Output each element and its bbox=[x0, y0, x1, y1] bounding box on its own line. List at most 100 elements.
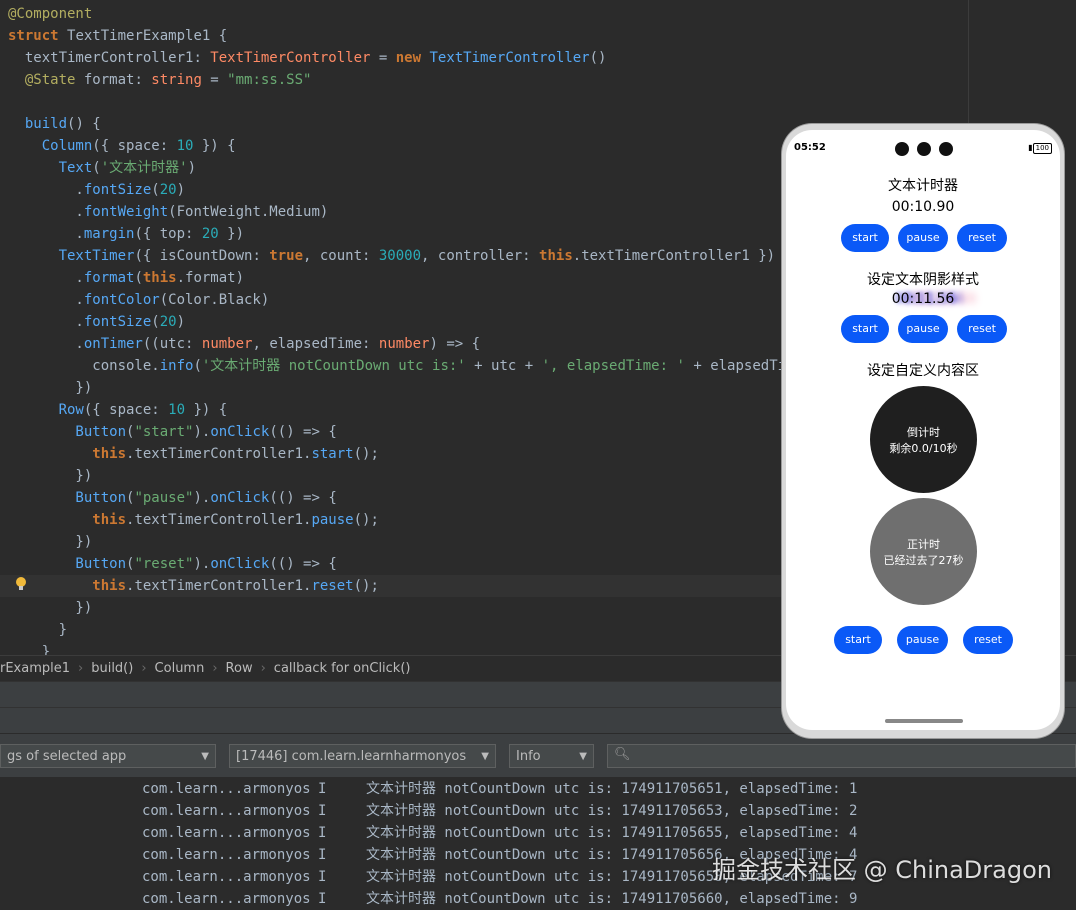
battery-icon: ▮ 100 bbox=[1028, 143, 1052, 154]
code-token: (() => { bbox=[269, 556, 337, 572]
code-line[interactable]: @State format: string = "mm:ss.SS" bbox=[8, 69, 312, 91]
home-indicator[interactable] bbox=[885, 719, 963, 723]
code-line[interactable]: console.info('文本计时器 notCountDown utc is:… bbox=[8, 355, 819, 377]
reset-button[interactable]: reset bbox=[963, 626, 1013, 654]
watermark: 掘金技术社区 @ ChinaDragon bbox=[712, 856, 1052, 884]
code-line[interactable]: .fontColor(Color.Black) bbox=[8, 289, 269, 311]
code-token: (); bbox=[353, 578, 379, 594]
code-token: ({ space: bbox=[83, 402, 169, 418]
code-line[interactable]: Row({ space: 10 }) { bbox=[8, 399, 228, 421]
code-line[interactable]: this.textTimerController1.pause(); bbox=[8, 509, 379, 531]
reset-button[interactable]: reset bbox=[957, 315, 1007, 343]
code-line[interactable]: .format(this.format) bbox=[8, 267, 244, 289]
breadcrumb-separator: › bbox=[212, 661, 218, 676]
code-token: . bbox=[8, 314, 84, 330]
code-token: pause bbox=[311, 512, 354, 528]
start-button[interactable]: start bbox=[841, 315, 889, 343]
code-line[interactable]: Text('文本计时器') bbox=[8, 157, 196, 179]
code-token: this bbox=[8, 512, 127, 528]
code-line[interactable]: TextTimer({ isCountDown: true, count: 30… bbox=[8, 245, 776, 267]
breadcrumb-item[interactable]: Row bbox=[226, 661, 253, 676]
code-token: 20 bbox=[159, 182, 177, 198]
pause-button[interactable]: pause bbox=[898, 224, 948, 252]
code-token: (() => { bbox=[269, 490, 337, 506]
code-line[interactable]: } bbox=[8, 619, 67, 641]
countdown-remaining: 剩余0.0/10秒 bbox=[889, 441, 958, 455]
code-line[interactable]: .fontSize(20) bbox=[8, 179, 185, 201]
code-token: "start" bbox=[134, 424, 194, 440]
code-token: margin bbox=[83, 226, 135, 242]
code-token: TextTimer bbox=[8, 248, 135, 264]
code-token: , count: bbox=[303, 248, 379, 264]
code-line[interactable]: .fontWeight(FontWeight.Medium) bbox=[8, 201, 328, 223]
code-line[interactable]: }) bbox=[8, 465, 92, 487]
code-token: number bbox=[201, 336, 253, 352]
log-package: com.learn...armonyos bbox=[142, 847, 311, 863]
start-button[interactable]: start bbox=[834, 626, 882, 654]
code-token: "reset" bbox=[134, 556, 194, 572]
pause-button[interactable]: pause bbox=[898, 315, 948, 343]
code-token: "mm:ss.SS" bbox=[227, 72, 312, 88]
code-token: fontSize bbox=[83, 314, 152, 330]
lightbulb-icon[interactable] bbox=[15, 576, 27, 592]
app-filter-dropdown[interactable]: gs of selected app ▼ bbox=[0, 744, 216, 768]
code-token: ', elapsedTime: ' bbox=[541, 358, 685, 374]
code-token: }) bbox=[218, 226, 245, 242]
code-line[interactable]: @Component bbox=[8, 3, 92, 25]
log-level-dropdown[interactable]: Info ▼ bbox=[509, 744, 594, 768]
code-token: }) bbox=[8, 534, 93, 550]
code-token: this bbox=[8, 446, 127, 462]
breadcrumb-separator: › bbox=[78, 661, 84, 676]
code-token: 10 bbox=[176, 138, 194, 154]
device-screen[interactable]: 05:52 ▮ 100 文本计时器 00:10.90 start pause re… bbox=[786, 130, 1060, 730]
code-token: true bbox=[269, 248, 304, 264]
code-line[interactable]: this.textTimerController1.start(); bbox=[8, 443, 379, 465]
code-token: format bbox=[83, 72, 135, 88]
code-line[interactable]: Button("pause").onClick(() => { bbox=[8, 487, 337, 509]
code-token: this bbox=[539, 248, 573, 264]
code-token: (); bbox=[353, 512, 379, 528]
code-line[interactable]: Column({ space: 10 }) { bbox=[8, 135, 236, 157]
breadcrumb-item[interactable]: rExample1 bbox=[0, 661, 70, 676]
breadcrumb-item[interactable]: build() bbox=[91, 661, 133, 676]
breadcrumb-item[interactable]: Column bbox=[155, 661, 205, 676]
code-token: string bbox=[151, 72, 202, 88]
code-line[interactable]: }) bbox=[8, 531, 92, 553]
code-line[interactable]: }) bbox=[8, 377, 92, 399]
code-line[interactable]: textTimerController1: TextTimerControlle… bbox=[8, 47, 607, 69]
code-line[interactable]: .fontSize(20) bbox=[8, 311, 185, 333]
code-line[interactable]: this.textTimerController1.reset(); bbox=[0, 575, 791, 597]
code-token: console. bbox=[8, 358, 160, 374]
code-line[interactable]: Button("start").onClick(() => { bbox=[8, 421, 336, 443]
log-message: 文本计时器 notCountDown utc is: 174911705653,… bbox=[366, 803, 858, 819]
code-token: ({ space: bbox=[92, 138, 177, 154]
code-token: ((utc: bbox=[142, 336, 202, 352]
code-token: fontWeight bbox=[83, 204, 169, 220]
code-line[interactable]: .onTimer((utc: number, elapsedTime: numb… bbox=[8, 333, 480, 355]
code-token: Row bbox=[8, 402, 84, 418]
code-token: }) bbox=[8, 600, 93, 616]
code-token: number bbox=[378, 336, 430, 352]
pause-button[interactable]: pause bbox=[897, 626, 948, 654]
code-line[interactable]: .margin({ top: 20 }) bbox=[8, 223, 244, 245]
code-line[interactable]: Button("reset").onClick(() => { bbox=[8, 553, 337, 575]
code-line[interactable]: }) bbox=[8, 597, 92, 619]
log-message: 文本计时器 notCountDown utc is: 174911705651,… bbox=[366, 781, 858, 797]
start-button[interactable]: start bbox=[841, 224, 889, 252]
log-search-input[interactable]: 🔍︎ bbox=[607, 744, 1076, 768]
code-token: . bbox=[8, 336, 84, 352]
countdown-circle: 倒计时 剩余0.0/10秒 bbox=[870, 386, 977, 493]
code-line[interactable]: struct TextTimerExample1 { bbox=[8, 25, 227, 47]
code-token: ) bbox=[176, 182, 186, 198]
code-token: ) bbox=[176, 314, 186, 330]
code-line[interactable]: build() { bbox=[8, 113, 101, 135]
reset-button[interactable]: reset bbox=[957, 224, 1007, 252]
code-token: .textTimerController1. bbox=[126, 512, 312, 528]
breadcrumb-item[interactable]: callback for onClick() bbox=[274, 661, 411, 676]
code-token: Button bbox=[8, 424, 127, 440]
code-token: + utc + bbox=[465, 358, 542, 374]
process-dropdown[interactable]: [17446] com.learn.learnharmonyos ▼ bbox=[229, 744, 496, 768]
log-message: 文本计时器 notCountDown utc is: 174911705655,… bbox=[366, 825, 858, 841]
log-output[interactable]: com.learn...armonyos I 文本计时器 notCountDown … bbox=[0, 777, 1076, 907]
code-token: Button bbox=[8, 556, 127, 572]
